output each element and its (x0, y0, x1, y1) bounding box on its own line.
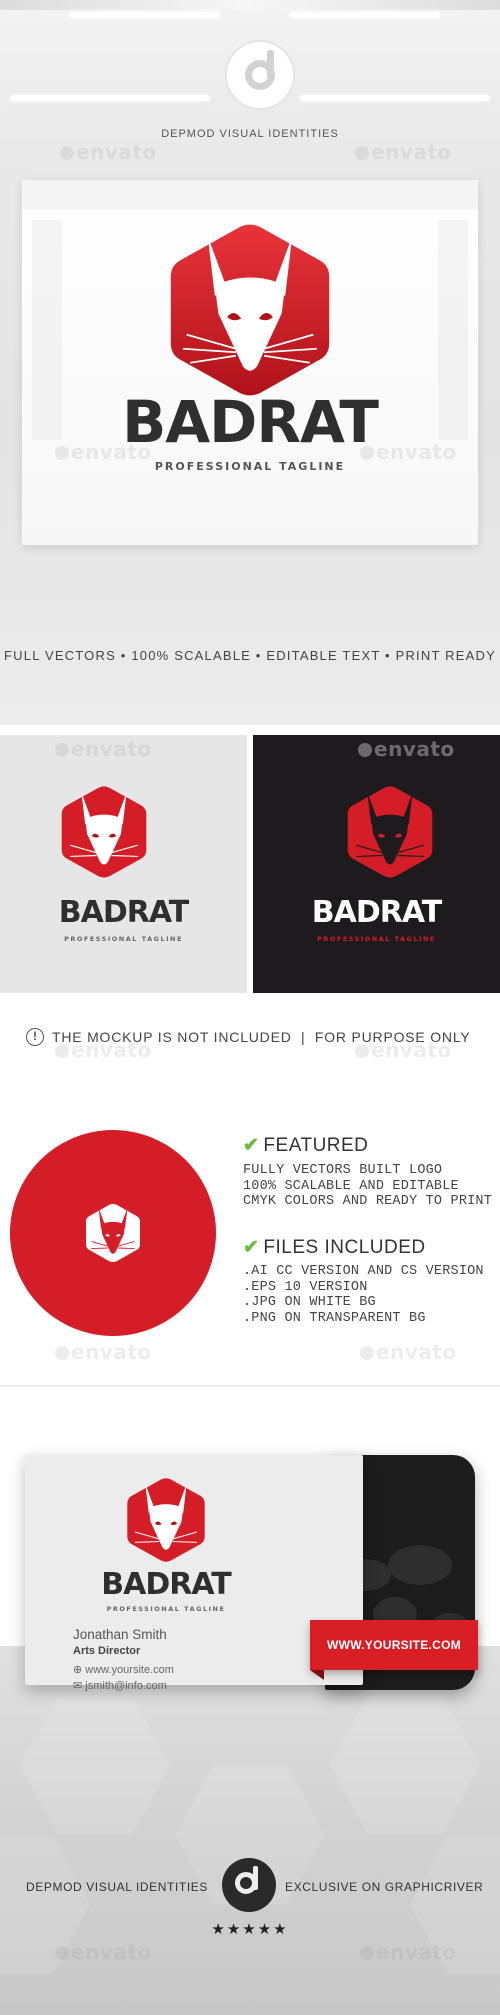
card-website-ribbon: WWW.YOURSITE.COM (310, 1620, 478, 1670)
ceiling-beam (0, 0, 500, 10)
logo-tagline: PROFESSIONAL TAGLINE (317, 935, 436, 943)
envato-watermark: envato (55, 440, 152, 464)
envato-watermark: envato (360, 440, 457, 464)
brand-label: DEPMOD VISUAL IDENTITIES (161, 128, 339, 140)
envato-watermark: envato (55, 1038, 152, 1062)
card-person-role: Arts Director (73, 1645, 141, 1657)
files-list: .AI CC VERSION AND CS VERSION .EPS 10 VE… (243, 1264, 484, 1326)
logo-circle-badge (10, 1130, 216, 1336)
rat-head-hexagon-icon (347, 786, 433, 878)
list-item: .PNG ON TRANSPARENT BG (243, 1310, 426, 1326)
list-item: .EPS 10 VERSION (243, 1279, 368, 1295)
mockup-notice: ! THE MOCKUP IS NOT INCLUDED | FOR PURPO… (0, 1010, 500, 1070)
card-email: ✉ jsmith@info.com (73, 1680, 167, 1692)
envato-watermark: envato (355, 140, 452, 164)
logo-wordmark: BADRAT (101, 1567, 231, 1602)
rat-head-hexagon-icon (127, 1478, 205, 1562)
ceiling-light (10, 95, 210, 101)
card-person-name: Jonathan Smith (73, 1627, 167, 1642)
list-item: .JPG ON WHITE BG (243, 1295, 376, 1310)
rat-head-hexagon-icon (61, 786, 147, 878)
envato-watermark: envato (360, 1940, 457, 1964)
footer-brand-label: DEPMOD VISUAL IDENTITIES (26, 1880, 208, 1894)
list-item: CMYK COLORS AND READY TO PRINT (243, 1194, 493, 1209)
logo-tagline: PROFESSIONAL TAGLINE (64, 935, 183, 943)
envato-watermark: envato (358, 737, 455, 761)
card-website: ⊕ www.yoursite.com (73, 1664, 174, 1676)
depmod-d-logo-icon (222, 1858, 276, 1912)
check-icon: ✔ (243, 1237, 260, 1258)
list-item: .AI CC VERSION AND CS VERSION (243, 1264, 484, 1279)
hero-mockup-section: DEPMOD VISUAL IDENTITIES envato envato B… (0, 0, 500, 725)
globe-icon: ⊕ (73, 1664, 86, 1676)
envato-watermark: envato (55, 1340, 152, 1364)
logo-wordmark: BADRAT (58, 895, 189, 930)
list-item: FULLY VECTORS BUILT LOGO (243, 1163, 443, 1178)
check-icon: ✔ (243, 1135, 260, 1156)
envelope-icon: ✉ (73, 1680, 86, 1692)
ribbon-fold (310, 1670, 324, 1680)
envato-watermark: envato (55, 1940, 152, 1964)
ceiling-light (300, 95, 490, 101)
envato-watermark: envato (55, 737, 152, 761)
envato-watermark: envato (60, 140, 157, 164)
logo-wordmark: BADRAT (311, 895, 442, 930)
footer-exclusive-label: EXCLUSIVE ON GRAPHICRIVER (285, 1880, 484, 1894)
ceiling-light (290, 12, 440, 18)
exclamation-circle-icon: ! (26, 1028, 44, 1046)
rat-head-hexagon-icon (170, 224, 330, 396)
envato-watermark: envato (355, 1038, 452, 1062)
features-line: FULL VECTORS • 100% SCALABLE • EDITABLE … (4, 648, 496, 663)
envato-watermark: envato (360, 1340, 457, 1364)
rating-stars: ★★★★★ (211, 1921, 289, 1938)
logo-poster: BADRAT PROFESSIONAL TAGLINE (22, 180, 478, 545)
files-heading: ✔ FILES INCLUDED (243, 1237, 426, 1258)
depmod-d-logo-icon (225, 40, 295, 110)
logo-dark-variant-panel: envato BADRAT PROFESSIONAL TAGLINE (253, 735, 500, 993)
logo-tagline: PROFESSIONAL TAGLINE (106, 1605, 226, 1613)
ceiling-light (70, 12, 220, 18)
list-item: 100% SCALABLE AND EDITABLE (243, 1178, 459, 1194)
featured-heading: ✔ FEATURED (243, 1135, 369, 1156)
rat-head-hexagon-icon (86, 1203, 140, 1263)
logo-light-variant-panel: envato BADRAT PROFESSIONAL TAGLINE (0, 735, 247, 993)
section-divider (0, 725, 500, 735)
featured-list: FULLY VECTORS BUILT LOGO 100% SCALABLE A… (243, 1163, 492, 1210)
ribbon-text: WWW.YOURSITE.COM (326, 1638, 462, 1652)
section-divider (0, 1385, 500, 1387)
